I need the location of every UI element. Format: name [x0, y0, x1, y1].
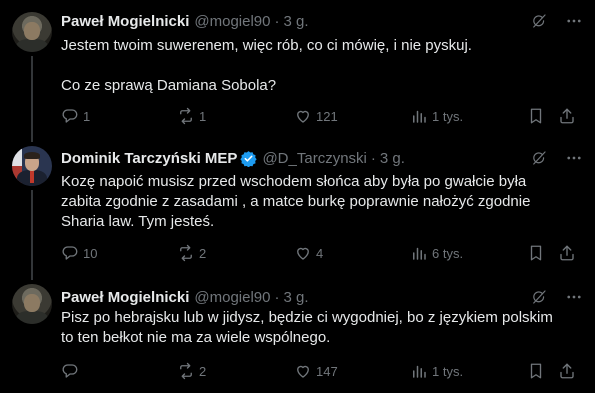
- tweet-header: Paweł Mogielnicki @mogiel90 · 3 g.: [61, 287, 583, 307]
- views-button[interactable]: 1 tys.: [410, 361, 463, 381]
- like-count: 121: [316, 108, 338, 124]
- views-icon: [413, 365, 426, 378]
- share-button[interactable]: [558, 243, 576, 263]
- separator: ·: [370, 149, 376, 167]
- author-handle[interactable]: @D_Tarczynski: [262, 150, 366, 167]
- grok-icon[interactable]: [530, 288, 548, 306]
- bookmark-button[interactable]: [527, 243, 545, 263]
- avatar[interactable]: [12, 12, 52, 52]
- views-count: 1 tys.: [432, 108, 464, 124]
- like-icon: [297, 365, 309, 378]
- like-button[interactable]: 4: [294, 243, 323, 263]
- share-icon: [560, 108, 574, 124]
- grok-icon[interactable]: [530, 149, 548, 167]
- bookmark-icon: [530, 108, 542, 124]
- more-icon[interactable]: [565, 149, 583, 167]
- bookmark-button[interactable]: [527, 106, 545, 126]
- separator: ·: [274, 288, 280, 306]
- views-count: 1 tys.: [432, 363, 464, 379]
- thread-line: [31, 190, 33, 280]
- bookmark-button[interactable]: [527, 361, 545, 381]
- repost-icon: [180, 107, 192, 125]
- reply-icon: [62, 109, 78, 123]
- repost-button[interactable]: 2: [177, 243, 206, 263]
- repost-icon: [180, 244, 192, 262]
- more-icon[interactable]: [565, 288, 583, 306]
- repost-count: 1: [199, 108, 207, 124]
- views-count: 6 tys.: [432, 245, 464, 261]
- tweet-text-line: Jestem twoim suwerenem, więc rób, co ci …: [61, 37, 472, 54]
- bookmark-icon: [530, 245, 542, 261]
- views-button[interactable]: 6 tys.: [410, 243, 463, 263]
- avatar[interactable]: [12, 146, 52, 186]
- views-icon: [413, 110, 426, 123]
- repost-count: 2: [199, 245, 207, 261]
- tweet-header: Dominik Tarczyński MEP @D_Tarczynski · 3…: [61, 148, 583, 168]
- reply-count: 1: [83, 108, 91, 124]
- timestamp[interactable]: 3 g.: [380, 150, 405, 167]
- grok-icon[interactable]: [530, 12, 548, 30]
- separator: ·: [274, 12, 280, 30]
- like-button[interactable]: 121: [294, 106, 338, 126]
- share-button[interactable]: [558, 361, 576, 381]
- author-name[interactable]: Dominik Tarczyński MEP: [61, 150, 237, 167]
- like-count: 4: [316, 245, 324, 261]
- tweet-header: Paweł Mogielnicki @mogiel90 · 3 g.: [61, 11, 583, 31]
- reply-button[interactable]: 10: [61, 243, 97, 263]
- reply-button[interactable]: [61, 361, 83, 381]
- like-icon: [297, 110, 309, 123]
- tweet-text-line: Pisz po hebrajsku lub w jidysz, będzie c…: [61, 309, 553, 326]
- repost-icon: [180, 362, 192, 380]
- tweet-text: Pisz po hebrajsku lub w jidysz, będzie c…: [61, 308, 563, 348]
- share-icon: [560, 245, 574, 261]
- author-name[interactable]: Paweł Mogielnicki: [61, 13, 189, 30]
- avatar[interactable]: [12, 284, 52, 324]
- tweet-text-line: zabita zgodnie z zasadami , a matce burk…: [61, 193, 531, 210]
- reply-icon: [62, 364, 78, 378]
- reply-count: 10: [83, 245, 98, 261]
- repost-count: 2: [199, 363, 207, 379]
- repost-button[interactable]: 1: [177, 106, 206, 126]
- bookmark-icon: [530, 363, 542, 379]
- tweet-actions: 2 147 1 tys.: [61, 361, 583, 381]
- tweet[interactable]: Paweł Mogielnicki @mogiel90 · 3 g. Jeste…: [0, 0, 595, 142]
- tweet-text: Jestem twoim suwerenem, więc rób, co ci …: [61, 36, 563, 96]
- verified-badge-icon: [240, 150, 258, 167]
- tweet-text: Kozę napoić musisz przed wschodem słońca…: [61, 172, 563, 232]
- views-icon: [413, 247, 426, 260]
- tweet-text-line: Kozę napoić musisz przed wschodem słońca…: [61, 173, 527, 190]
- more-icon[interactable]: [565, 12, 583, 30]
- tweet-actions: 1 1 121 1 tys.: [61, 106, 583, 126]
- views-button[interactable]: 1 tys.: [410, 106, 463, 126]
- share-icon: [560, 363, 574, 379]
- reply-button[interactable]: 1: [61, 106, 90, 126]
- share-button[interactable]: [558, 106, 576, 126]
- author-handle[interactable]: @mogiel90: [194, 289, 270, 306]
- like-button[interactable]: 147: [294, 361, 338, 381]
- tweet-text-line: to ten bełkot nie ma za wiele wspólnego.: [61, 329, 331, 346]
- author-handle[interactable]: @mogiel90: [194, 13, 270, 30]
- timestamp[interactable]: 3 g.: [283, 289, 308, 306]
- tweet[interactable]: Dominik Tarczyński MEP @D_Tarczynski · 3…: [0, 138, 595, 280]
- tweet-text-line: Co ze sprawą Damiana Sobola?: [61, 77, 277, 94]
- tweet-text-line: Sharia law. Tym jesteś.: [61, 213, 215, 230]
- repost-button[interactable]: 2: [177, 361, 206, 381]
- tweet[interactable]: Paweł Mogielnicki @mogiel90 · 3 g. Pisz …: [0, 276, 595, 393]
- like-count: 147: [316, 363, 338, 379]
- thread-line: [31, 56, 33, 142]
- timestamp[interactable]: 3 g.: [283, 13, 308, 30]
- reply-icon: [62, 246, 78, 260]
- like-icon: [297, 247, 309, 260]
- author-name[interactable]: Paweł Mogielnicki: [61, 289, 189, 306]
- tweet-actions: 10 2 4 6 tys.: [61, 243, 583, 263]
